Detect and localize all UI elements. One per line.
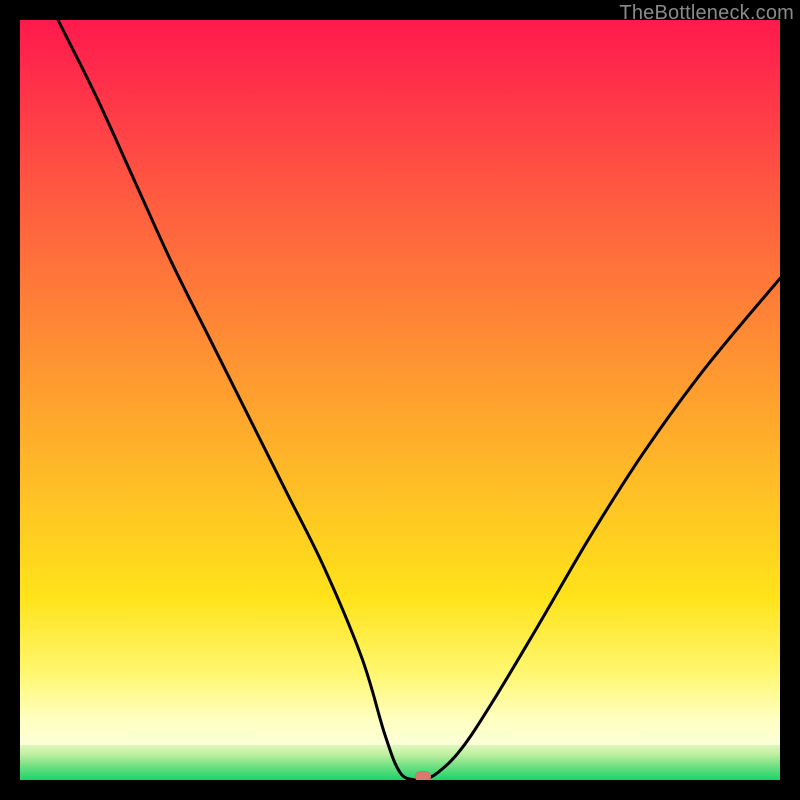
plot-area: [20, 20, 780, 780]
chart-stage: TheBottleneck.com: [0, 0, 800, 800]
bottleneck-curve: [20, 20, 780, 780]
min-marker: [415, 771, 431, 780]
